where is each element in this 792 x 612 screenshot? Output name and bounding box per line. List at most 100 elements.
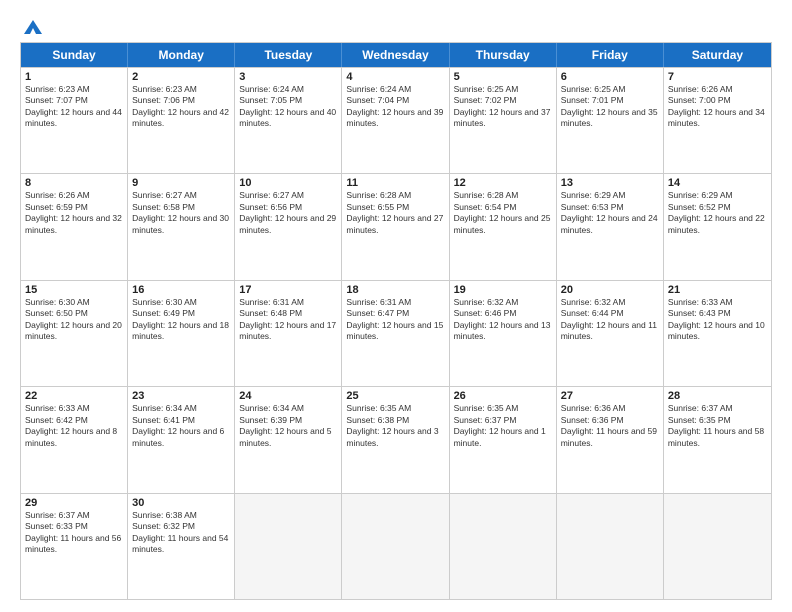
day-info: Sunrise: 6:29 AM Sunset: 6:52 PM Dayligh… — [668, 190, 767, 236]
calendar-cell-13: 13Sunrise: 6:29 AM Sunset: 6:53 PM Dayli… — [557, 174, 664, 279]
day-number: 1 — [25, 71, 123, 83]
calendar-week-1: 1Sunrise: 6:23 AM Sunset: 7:07 PM Daylig… — [21, 67, 771, 173]
day-number: 18 — [346, 284, 444, 296]
calendar-cell-27: 27Sunrise: 6:36 AM Sunset: 6:36 PM Dayli… — [557, 387, 664, 492]
calendar-cell-28: 28Sunrise: 6:37 AM Sunset: 6:35 PM Dayli… — [664, 387, 771, 492]
day-info: Sunrise: 6:25 AM Sunset: 7:01 PM Dayligh… — [561, 84, 659, 130]
day-info: Sunrise: 6:32 AM Sunset: 6:44 PM Dayligh… — [561, 297, 659, 343]
calendar-cell-25: 25Sunrise: 6:35 AM Sunset: 6:38 PM Dayli… — [342, 387, 449, 492]
day-info: Sunrise: 6:38 AM Sunset: 6:32 PM Dayligh… — [132, 510, 230, 556]
calendar-page: SundayMondayTuesdayWednesdayThursdayFrid… — [0, 0, 792, 612]
day-number: 27 — [561, 390, 659, 402]
day-info: Sunrise: 6:25 AM Sunset: 7:02 PM Dayligh… — [454, 84, 552, 130]
day-info: Sunrise: 6:37 AM Sunset: 6:35 PM Dayligh… — [668, 403, 767, 449]
calendar-cell-17: 17Sunrise: 6:31 AM Sunset: 6:48 PM Dayli… — [235, 281, 342, 386]
calendar-cell-9: 9Sunrise: 6:27 AM Sunset: 6:58 PM Daylig… — [128, 174, 235, 279]
cal-header-monday: Monday — [128, 43, 235, 67]
day-info: Sunrise: 6:33 AM Sunset: 6:42 PM Dayligh… — [25, 403, 123, 449]
day-number: 17 — [239, 284, 337, 296]
day-number: 6 — [561, 71, 659, 83]
calendar-cell-4: 4Sunrise: 6:24 AM Sunset: 7:04 PM Daylig… — [342, 68, 449, 173]
day-number: 2 — [132, 71, 230, 83]
day-number: 19 — [454, 284, 552, 296]
day-info: Sunrise: 6:36 AM Sunset: 6:36 PM Dayligh… — [561, 403, 659, 449]
logo — [20, 18, 44, 32]
day-info: Sunrise: 6:29 AM Sunset: 6:53 PM Dayligh… — [561, 190, 659, 236]
calendar-cell-22: 22Sunrise: 6:33 AM Sunset: 6:42 PM Dayli… — [21, 387, 128, 492]
day-info: Sunrise: 6:26 AM Sunset: 6:59 PM Dayligh… — [25, 190, 123, 236]
calendar-cell-23: 23Sunrise: 6:34 AM Sunset: 6:41 PM Dayli… — [128, 387, 235, 492]
cal-header-tuesday: Tuesday — [235, 43, 342, 67]
calendar-cell-19: 19Sunrise: 6:32 AM Sunset: 6:46 PM Dayli… — [450, 281, 557, 386]
day-number: 21 — [668, 284, 767, 296]
day-info: Sunrise: 6:34 AM Sunset: 6:39 PM Dayligh… — [239, 403, 337, 449]
calendar-week-2: 8Sunrise: 6:26 AM Sunset: 6:59 PM Daylig… — [21, 173, 771, 279]
day-number: 29 — [25, 497, 123, 509]
calendar-cell-empty — [664, 494, 771, 599]
cal-header-friday: Friday — [557, 43, 664, 67]
cal-header-saturday: Saturday — [664, 43, 771, 67]
calendar-cell-2: 2Sunrise: 6:23 AM Sunset: 7:06 PM Daylig… — [128, 68, 235, 173]
calendar-cell-14: 14Sunrise: 6:29 AM Sunset: 6:52 PM Dayli… — [664, 174, 771, 279]
day-info: Sunrise: 6:32 AM Sunset: 6:46 PM Dayligh… — [454, 297, 552, 343]
calendar-cell-5: 5Sunrise: 6:25 AM Sunset: 7:02 PM Daylig… — [450, 68, 557, 173]
day-info: Sunrise: 6:28 AM Sunset: 6:54 PM Dayligh… — [454, 190, 552, 236]
calendar-cell-15: 15Sunrise: 6:30 AM Sunset: 6:50 PM Dayli… — [21, 281, 128, 386]
day-number: 10 — [239, 177, 337, 189]
day-number: 11 — [346, 177, 444, 189]
calendar-cell-empty — [450, 494, 557, 599]
day-number: 9 — [132, 177, 230, 189]
day-info: Sunrise: 6:35 AM Sunset: 6:37 PM Dayligh… — [454, 403, 552, 449]
calendar-cell-16: 16Sunrise: 6:30 AM Sunset: 6:49 PM Dayli… — [128, 281, 235, 386]
day-number: 26 — [454, 390, 552, 402]
calendar: SundayMondayTuesdayWednesdayThursdayFrid… — [20, 42, 772, 600]
calendar-cell-7: 7Sunrise: 6:26 AM Sunset: 7:00 PM Daylig… — [664, 68, 771, 173]
day-number: 4 — [346, 71, 444, 83]
calendar-cell-18: 18Sunrise: 6:31 AM Sunset: 6:47 PM Dayli… — [342, 281, 449, 386]
day-info: Sunrise: 6:27 AM Sunset: 6:56 PM Dayligh… — [239, 190, 337, 236]
day-info: Sunrise: 6:23 AM Sunset: 7:07 PM Dayligh… — [25, 84, 123, 130]
day-info: Sunrise: 6:24 AM Sunset: 7:04 PM Dayligh… — [346, 84, 444, 130]
logo-icon — [22, 18, 44, 36]
calendar-cell-6: 6Sunrise: 6:25 AM Sunset: 7:01 PM Daylig… — [557, 68, 664, 173]
day-number: 22 — [25, 390, 123, 402]
day-info: Sunrise: 6:28 AM Sunset: 6:55 PM Dayligh… — [346, 190, 444, 236]
calendar-week-3: 15Sunrise: 6:30 AM Sunset: 6:50 PM Dayli… — [21, 280, 771, 386]
day-number: 13 — [561, 177, 659, 189]
header — [20, 18, 772, 32]
day-info: Sunrise: 6:35 AM Sunset: 6:38 PM Dayligh… — [346, 403, 444, 449]
calendar-cell-30: 30Sunrise: 6:38 AM Sunset: 6:32 PM Dayli… — [128, 494, 235, 599]
day-number: 20 — [561, 284, 659, 296]
calendar-week-4: 22Sunrise: 6:33 AM Sunset: 6:42 PM Dayli… — [21, 386, 771, 492]
calendar-body: 1Sunrise: 6:23 AM Sunset: 7:07 PM Daylig… — [21, 67, 771, 599]
day-number: 23 — [132, 390, 230, 402]
day-info: Sunrise: 6:31 AM Sunset: 6:47 PM Dayligh… — [346, 297, 444, 343]
calendar-cell-20: 20Sunrise: 6:32 AM Sunset: 6:44 PM Dayli… — [557, 281, 664, 386]
day-info: Sunrise: 6:23 AM Sunset: 7:06 PM Dayligh… — [132, 84, 230, 130]
day-number: 5 — [454, 71, 552, 83]
calendar-cell-29: 29Sunrise: 6:37 AM Sunset: 6:33 PM Dayli… — [21, 494, 128, 599]
calendar-cell-10: 10Sunrise: 6:27 AM Sunset: 6:56 PM Dayli… — [235, 174, 342, 279]
calendar-cell-26: 26Sunrise: 6:35 AM Sunset: 6:37 PM Dayli… — [450, 387, 557, 492]
calendar-cell-3: 3Sunrise: 6:24 AM Sunset: 7:05 PM Daylig… — [235, 68, 342, 173]
cal-header-sunday: Sunday — [21, 43, 128, 67]
day-number: 16 — [132, 284, 230, 296]
day-number: 25 — [346, 390, 444, 402]
calendar-cell-12: 12Sunrise: 6:28 AM Sunset: 6:54 PM Dayli… — [450, 174, 557, 279]
calendar-cell-11: 11Sunrise: 6:28 AM Sunset: 6:55 PM Dayli… — [342, 174, 449, 279]
calendar-header-row: SundayMondayTuesdayWednesdayThursdayFrid… — [21, 43, 771, 67]
cal-header-thursday: Thursday — [450, 43, 557, 67]
day-number: 15 — [25, 284, 123, 296]
day-number: 7 — [668, 71, 767, 83]
day-info: Sunrise: 6:27 AM Sunset: 6:58 PM Dayligh… — [132, 190, 230, 236]
calendar-cell-empty — [342, 494, 449, 599]
day-info: Sunrise: 6:34 AM Sunset: 6:41 PM Dayligh… — [132, 403, 230, 449]
day-number: 14 — [668, 177, 767, 189]
calendar-cell-1: 1Sunrise: 6:23 AM Sunset: 7:07 PM Daylig… — [21, 68, 128, 173]
day-info: Sunrise: 6:33 AM Sunset: 6:43 PM Dayligh… — [668, 297, 767, 343]
calendar-cell-empty — [557, 494, 664, 599]
day-number: 8 — [25, 177, 123, 189]
day-info: Sunrise: 6:31 AM Sunset: 6:48 PM Dayligh… — [239, 297, 337, 343]
day-info: Sunrise: 6:24 AM Sunset: 7:05 PM Dayligh… — [239, 84, 337, 130]
day-info: Sunrise: 6:30 AM Sunset: 6:50 PM Dayligh… — [25, 297, 123, 343]
